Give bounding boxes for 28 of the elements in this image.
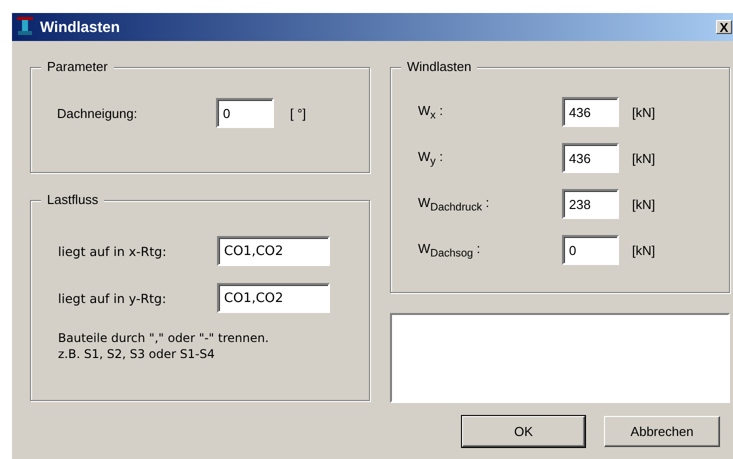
unit-label: [kN]	[632, 242, 656, 258]
field-label: liegt auf in x-Rtg:	[58, 244, 168, 258]
load-field[interactable]: 436	[562, 143, 619, 173]
angle-field[interactable]: 0	[216, 98, 274, 128]
member-field[interactable]: CO1,CO2	[217, 236, 330, 266]
group-title: Parameter	[41, 59, 114, 74]
unit-label: [kN]	[632, 196, 656, 212]
member-field[interactable]: CO1,CO2	[217, 283, 330, 313]
load-label: W$_{Dachdruck}$ :	[418, 194, 490, 214]
field-label: Dachneigung:	[57, 106, 138, 120]
group-title: Lastfluss	[41, 192, 104, 207]
field-label: liegt auf in y-Rtg:	[58, 290, 168, 306]
group-title: Windlasten	[401, 59, 478, 74]
load-field[interactable]: 238	[562, 189, 619, 219]
unit-label: [ °]	[290, 106, 306, 120]
load-label: W$_{Dachsog}$ :	[418, 240, 482, 260]
load-label: W$_{y}$ :	[418, 148, 444, 168]
app-icon	[16, 17, 34, 37]
cancel-button[interactable]: Abbrechen	[604, 416, 720, 447]
window-title: Windlasten	[40, 18, 120, 36]
close-button[interactable]: X	[716, 20, 732, 34]
load-field[interactable]: 436	[562, 97, 619, 127]
unit-label: [kN]	[632, 104, 656, 120]
load-label: W$_{x}$ :	[418, 102, 444, 122]
hint-text: Bauteile durch "," oder "-" trennen. z.B. S1, S2, S3 oder S1-S4	[58, 330, 270, 362]
ok-button[interactable]: OK	[462, 416, 585, 447]
load-field[interactable]: 0	[562, 235, 619, 265]
unit-label: [kN]	[632, 150, 656, 166]
